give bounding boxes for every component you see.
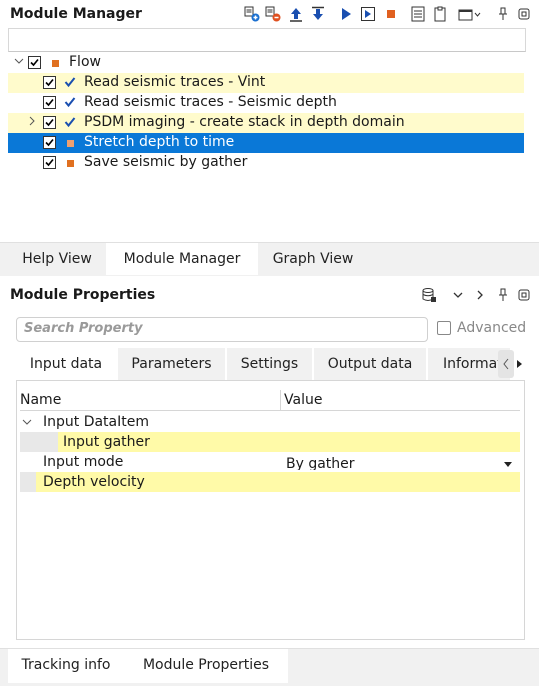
tab-output-data[interactable]: Output data	[314, 348, 426, 380]
property-name: Input mode	[43, 454, 124, 470]
module-tree: Flow Read seismic traces - Vint Read sei…	[8, 53, 524, 243]
chevron-down-icon[interactable]	[450, 287, 466, 303]
collapse-icon[interactable]	[14, 54, 24, 68]
float-icon[interactable]	[516, 287, 532, 303]
row-indent	[20, 472, 36, 492]
tree-item-read-depth[interactable]: Read seismic traces - Seismic depth	[8, 93, 524, 113]
run-icon[interactable]	[338, 6, 354, 22]
tab-graph-view[interactable]: Graph View	[258, 243, 368, 275]
add-module-icon[interactable]	[244, 6, 260, 22]
module-manager-title: Module Manager	[10, 6, 142, 22]
pin-icon[interactable]	[495, 287, 511, 303]
collapse-icon[interactable]	[22, 415, 32, 433]
database-lock-icon[interactable]	[421, 287, 437, 303]
column-value-header: Value	[284, 392, 323, 408]
tree-item-label: Read seismic traces - Seismic depth	[84, 94, 337, 110]
manager-tabbar: Help View Module Manager Graph View	[0, 242, 539, 276]
property-row-input-mode[interactable]: Input mode By gather	[20, 452, 520, 472]
tab-parameters[interactable]: Parameters	[118, 348, 225, 380]
item-checkbox[interactable]	[43, 76, 56, 89]
advanced-label: Advanced	[457, 320, 527, 336]
tree-item-label: PSDM imaging - create stack in depth dom…	[84, 114, 405, 130]
tab-scroll-left-icon	[503, 358, 509, 370]
completed-check-icon	[64, 95, 76, 109]
completed-check-icon	[64, 75, 76, 89]
tree-item-label: Save seismic by gather	[84, 154, 248, 170]
tree-item-label: Stretch depth to time	[84, 134, 235, 150]
list-icon[interactable]	[410, 6, 426, 22]
pin-icon[interactable]	[495, 6, 511, 22]
stop-icon[interactable]	[383, 6, 399, 22]
tab-module-properties[interactable]: Module Properties	[124, 649, 288, 683]
advanced-checkbox[interactable]	[437, 321, 451, 335]
clipboard-icon[interactable]	[432, 6, 448, 22]
property-name: Depth velocity	[43, 474, 145, 490]
dropdown-arrow-icon[interactable]	[503, 457, 513, 473]
tab-scroll-arrows[interactable]	[498, 350, 514, 378]
tab-scroll-right-icon[interactable]	[516, 358, 524, 370]
flow-checkbox[interactable]	[28, 56, 41, 69]
footer-tabbar: Tracking info Module Properties	[0, 648, 539, 686]
property-row-input-gather[interactable]: Input gather	[20, 432, 520, 452]
tab-tracking-info[interactable]: Tracking info	[8, 649, 124, 683]
tree-item-stretch[interactable]: Stretch depth to time	[8, 133, 524, 153]
property-name: Input gather	[63, 434, 150, 450]
item-checkbox[interactable]	[43, 116, 56, 129]
search-property-input[interactable]: Search Property	[16, 317, 428, 342]
tree-item-save[interactable]: Save seismic by gather	[8, 153, 524, 173]
module-square-icon	[67, 140, 74, 147]
tab-settings[interactable]: Settings	[227, 348, 312, 380]
item-checkbox[interactable]	[43, 96, 56, 109]
item-checkbox[interactable]	[43, 136, 56, 149]
tree-filter-bar[interactable]	[8, 28, 526, 52]
chevron-right-icon[interactable]	[472, 287, 488, 303]
move-down-icon[interactable]	[310, 6, 326, 22]
column-divider	[280, 390, 281, 410]
group-label: Input DataItem	[43, 414, 149, 430]
module-square-icon	[67, 160, 74, 167]
float-icon[interactable]	[516, 6, 532, 22]
tree-root-label: Flow	[69, 54, 101, 70]
input-mode-value[interactable]: By gather	[286, 456, 355, 470]
run-step-icon[interactable]	[360, 6, 376, 22]
module-properties-title: Module Properties	[10, 287, 156, 303]
tab-module-manager[interactable]: Module Manager	[106, 243, 258, 275]
tree-root-flow[interactable]: Flow	[8, 53, 524, 73]
tab-help-view[interactable]: Help View	[8, 243, 106, 275]
property-row-depth-velocity[interactable]: Depth velocity	[20, 472, 520, 492]
move-up-icon[interactable]	[288, 6, 304, 22]
window-menu-icon[interactable]	[458, 6, 482, 22]
expand-icon[interactable]	[27, 114, 37, 128]
tab-input-data[interactable]: Input data	[16, 348, 116, 380]
flow-square-icon	[52, 60, 59, 67]
remove-module-icon[interactable]	[265, 6, 281, 22]
group-row-input-dataitem[interactable]: Input DataItem	[20, 413, 520, 433]
item-checkbox[interactable]	[43, 156, 56, 169]
grid-header: Name Value	[20, 390, 520, 411]
search-placeholder: Search Property	[24, 321, 143, 336]
row-indent	[20, 432, 58, 452]
column-name-header: Name	[20, 392, 62, 408]
tree-item-psdm[interactable]: PSDM imaging - create stack in depth dom…	[8, 113, 524, 133]
tree-item-read-vint[interactable]: Read seismic traces - Vint	[8, 73, 524, 93]
tree-item-label: Read seismic traces - Vint	[84, 74, 266, 90]
completed-check-icon	[64, 115, 76, 129]
